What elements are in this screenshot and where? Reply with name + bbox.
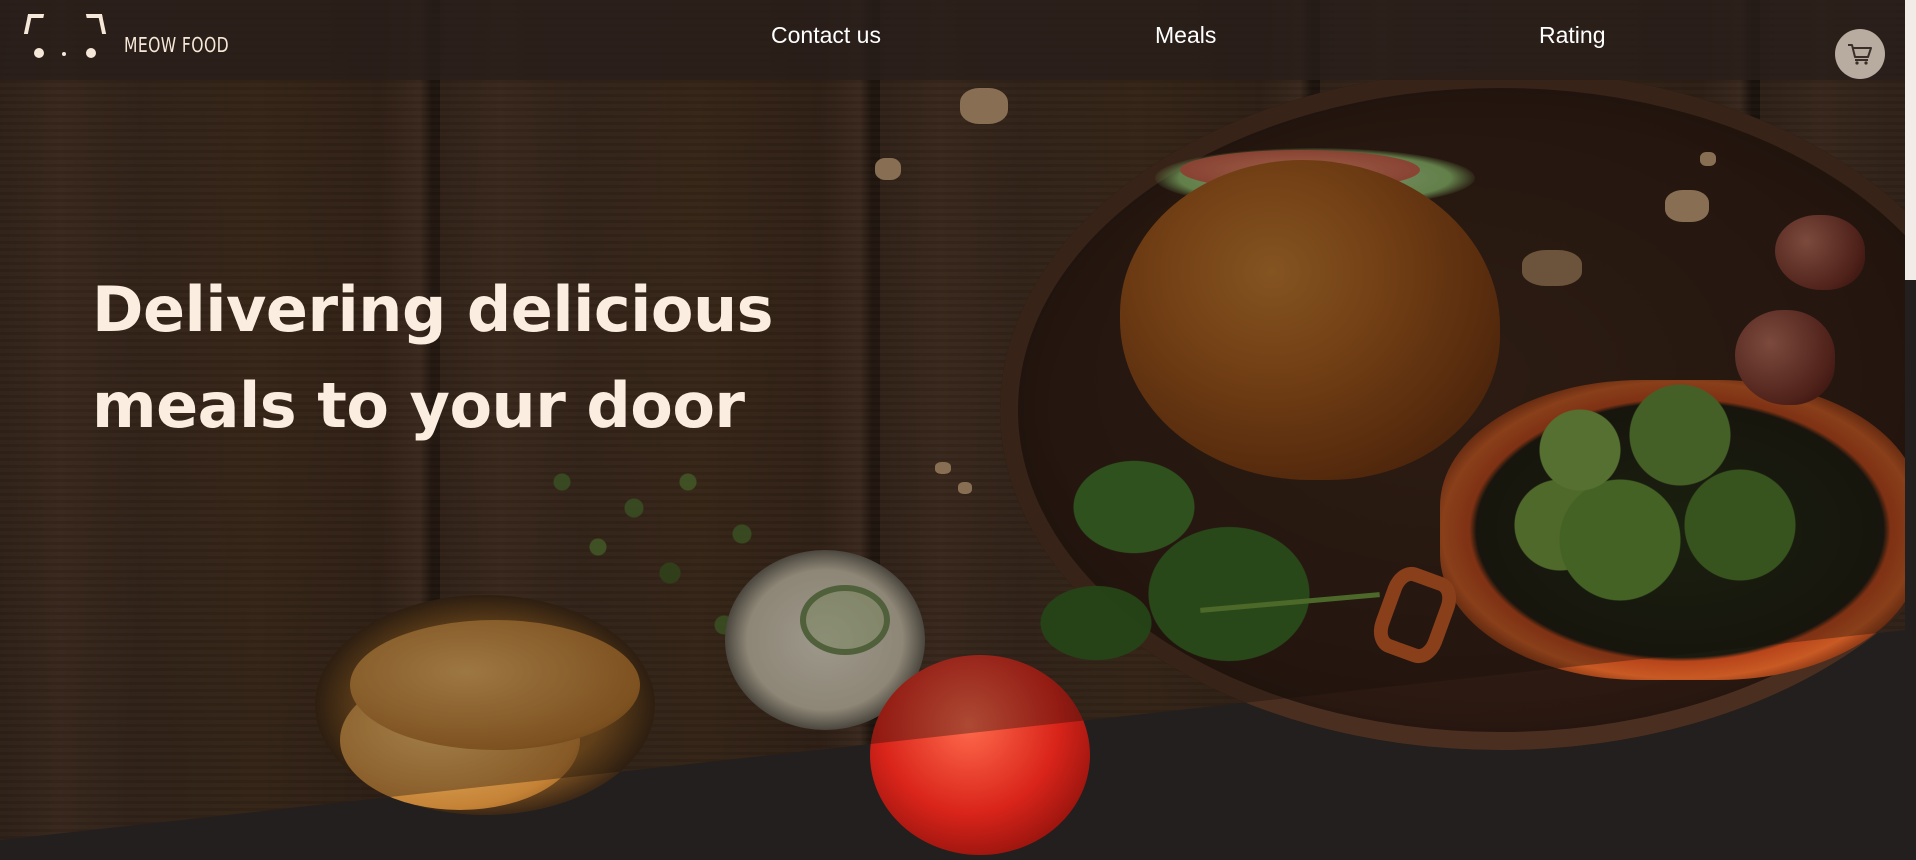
page: Delivering delicious meals to your door … — [0, 0, 1905, 860]
cart-button[interactable] — [1835, 29, 1885, 79]
nav-link-rating[interactable]: Rating — [1539, 22, 1605, 49]
scrollbar-thumb[interactable] — [1905, 0, 1916, 280]
top-navbar: MEOW FOOD Contact us Meals Rating — [0, 0, 1905, 80]
brand-name: MEOW FOOD — [124, 33, 230, 57]
hero-headline-line-2: meals to your door — [92, 369, 745, 442]
cat-face-icon — [23, 14, 107, 62]
hero-headline: Delivering delicious meals to your door — [92, 262, 852, 454]
brand-logo[interactable]: MEOW FOOD — [23, 14, 259, 62]
nav-link-contact-us[interactable]: Contact us — [771, 22, 881, 49]
hero-headline-line-1: Delivering delicious — [92, 273, 774, 346]
shopping-cart-icon — [1848, 44, 1872, 65]
nav-link-meals[interactable]: Meals — [1155, 22, 1216, 49]
